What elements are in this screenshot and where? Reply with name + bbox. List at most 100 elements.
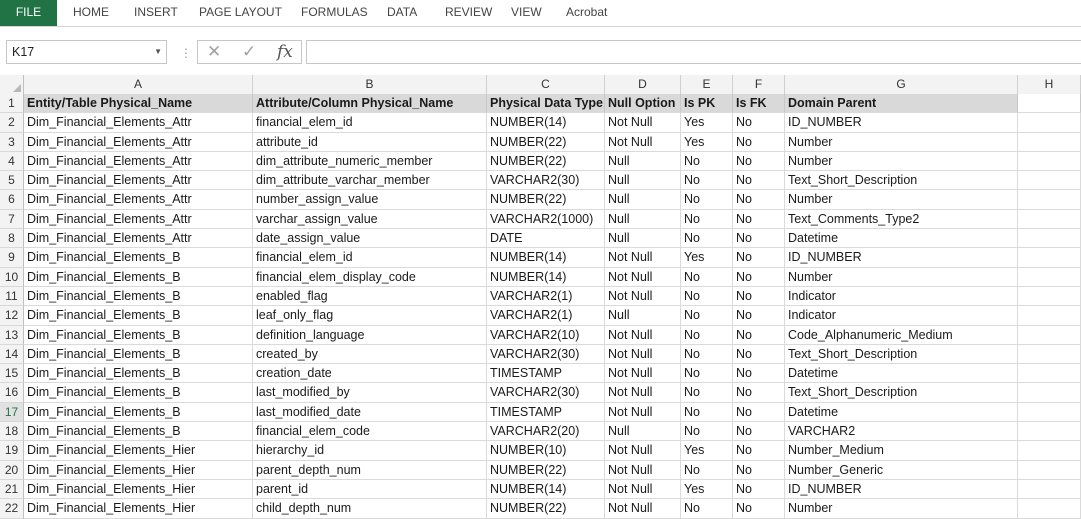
header-cell-null-option[interactable]: Null Option	[605, 94, 681, 114]
cell-attribute[interactable]: last_modified_date	[253, 402, 487, 423]
cell-h[interactable]	[1018, 209, 1081, 230]
tab-acrobat[interactable]: Acrobat	[566, 0, 607, 26]
cell-is-fk[interactable]: No	[733, 209, 785, 230]
cell-null-option[interactable]: Not Null	[605, 344, 681, 365]
cell-null-option[interactable]: Null	[605, 151, 681, 172]
cell-data-type[interactable]: NUMBER(22)	[487, 499, 605, 519]
row-number[interactable]: 14	[0, 344, 24, 365]
drag-handle-icon[interactable]: ⋮	[180, 46, 192, 60]
cell-h[interactable]	[1018, 132, 1081, 152]
cell-attribute[interactable]: created_by	[253, 344, 487, 365]
cell-is-fk[interactable]: No	[733, 441, 785, 461]
cancel-icon[interactable]: ✕	[207, 42, 221, 62]
insert-function-icon[interactable]: fx	[277, 42, 293, 62]
cell-is-pk[interactable]: No	[681, 344, 733, 365]
cell-domain-parent[interactable]: Datetime	[785, 364, 1018, 384]
cell-entity[interactable]: Dim_Financial_Elements_B	[24, 267, 253, 287]
cell-data-type[interactable]: NUMBER(22)	[487, 151, 605, 172]
row-number[interactable]: 1	[0, 94, 24, 114]
cell-attribute[interactable]: last_modified_by	[253, 383, 487, 403]
row-number[interactable]: 5	[0, 171, 24, 191]
cell-h[interactable]	[1018, 306, 1081, 326]
cell-h[interactable]	[1018, 364, 1081, 384]
cell-attribute[interactable]: financial_elem_id	[253, 113, 487, 133]
cell-entity[interactable]: Dim_Financial_Elements_B	[24, 306, 253, 326]
cell-null-option[interactable]: Not Null	[605, 460, 681, 480]
cell-entity[interactable]: Dim_Financial_Elements_Attr	[24, 229, 253, 249]
cell-attribute[interactable]: financial_elem_id	[253, 248, 487, 268]
cell-entity[interactable]: Dim_Financial_Elements_B	[24, 344, 253, 365]
row-number[interactable]: 8	[0, 229, 24, 249]
cell-domain-parent[interactable]: Number	[785, 151, 1018, 172]
cell-entity[interactable]: Dim_Financial_Elements_B	[24, 402, 253, 423]
cell-domain-parent[interactable]: Code_Alphanumeric_Medium	[785, 325, 1018, 345]
cell-data-type[interactable]: VARCHAR2(1)	[487, 286, 605, 307]
row-number[interactable]: 15	[0, 364, 24, 384]
cell-is-fk[interactable]: No	[733, 229, 785, 249]
cell-h[interactable]	[1018, 248, 1081, 268]
cell-domain-parent[interactable]: Number	[785, 267, 1018, 287]
cell-domain-parent[interactable]: Number	[785, 190, 1018, 210]
cell-h[interactable]	[1018, 479, 1081, 500]
cell-data-type[interactable]: NUMBER(14)	[487, 113, 605, 133]
cell-attribute[interactable]: dim_attribute_varchar_member	[253, 171, 487, 191]
tab-data[interactable]: DATA	[387, 0, 417, 26]
cell-is-pk[interactable]: No	[681, 306, 733, 326]
column-header-a[interactable]: A	[24, 75, 253, 94]
cell-is-fk[interactable]: No	[733, 402, 785, 423]
cell-null-option[interactable]: Not Null	[605, 441, 681, 461]
cell-domain-parent[interactable]: Number	[785, 132, 1018, 152]
cell-domain-parent[interactable]: Indicator	[785, 286, 1018, 307]
cell-is-pk[interactable]: Yes	[681, 248, 733, 268]
row-number[interactable]: 22	[0, 499, 24, 519]
cell-h[interactable]	[1018, 190, 1081, 210]
formula-input[interactable]	[306, 40, 1081, 64]
cell-entity[interactable]: Dim_Financial_Elements_Attr	[24, 209, 253, 230]
cell-is-fk[interactable]: No	[733, 499, 785, 519]
cell-is-fk[interactable]: No	[733, 132, 785, 152]
cell-is-fk[interactable]: No	[733, 325, 785, 345]
cell-domain-parent[interactable]: Datetime	[785, 229, 1018, 249]
cell-is-pk[interactable]: No	[681, 229, 733, 249]
cell-data-type[interactable]: VARCHAR2(30)	[487, 383, 605, 403]
cell-h[interactable]	[1018, 344, 1081, 365]
cell-is-pk[interactable]: No	[681, 460, 733, 480]
cell-is-pk[interactable]: No	[681, 286, 733, 307]
cell-is-fk[interactable]: No	[733, 248, 785, 268]
tab-file[interactable]: FILE	[0, 0, 57, 26]
cell-is-fk[interactable]: No	[733, 190, 785, 210]
chevron-down-icon[interactable]: ▼	[154, 41, 162, 63]
cell-domain-parent[interactable]: ID_NUMBER	[785, 248, 1018, 268]
cell-is-fk[interactable]: No	[733, 364, 785, 384]
tab-insert[interactable]: INSERT	[134, 0, 178, 26]
cell-null-option[interactable]: Not Null	[605, 479, 681, 500]
cell-data-type[interactable]: VARCHAR2(10)	[487, 325, 605, 345]
cell-data-type[interactable]: NUMBER(14)	[487, 479, 605, 500]
cell-is-pk[interactable]: Yes	[681, 441, 733, 461]
cell-entity[interactable]: Dim_Financial_Elements_B	[24, 364, 253, 384]
tab-formulas[interactable]: FORMULAS	[301, 0, 368, 26]
row-number[interactable]: 20	[0, 460, 24, 480]
cell-null-option[interactable]: Not Null	[605, 402, 681, 423]
cell-attribute[interactable]: financial_elem_display_code	[253, 267, 487, 287]
cell-data-type[interactable]: VARCHAR2(1)	[487, 306, 605, 326]
row-number[interactable]: 2	[0, 113, 24, 133]
row-number[interactable]: 4	[0, 151, 24, 172]
cell-domain-parent[interactable]: ID_NUMBER	[785, 113, 1018, 133]
row-number[interactable]: 16	[0, 383, 24, 403]
cell-h[interactable]	[1018, 151, 1081, 172]
cell-is-fk[interactable]: No	[733, 306, 785, 326]
cell-is-fk[interactable]: No	[733, 171, 785, 191]
select-all-corner[interactable]	[0, 75, 24, 94]
cell-is-pk[interactable]: No	[681, 402, 733, 423]
cell-is-pk[interactable]: Yes	[681, 113, 733, 133]
cell-data-type[interactable]: VARCHAR2(30)	[487, 344, 605, 365]
header-cell-is-fk[interactable]: Is FK	[733, 94, 785, 114]
cell-attribute[interactable]: attribute_id	[253, 132, 487, 152]
cell-entity[interactable]: Dim_Financial_Elements_B	[24, 383, 253, 403]
cell-null-option[interactable]: Not Null	[605, 248, 681, 268]
cell-domain-parent[interactable]: VARCHAR2	[785, 422, 1018, 442]
cell-h[interactable]	[1018, 229, 1081, 249]
cell-entity[interactable]: Dim_Financial_Elements_B	[24, 422, 253, 442]
cell-attribute[interactable]: leaf_only_flag	[253, 306, 487, 326]
